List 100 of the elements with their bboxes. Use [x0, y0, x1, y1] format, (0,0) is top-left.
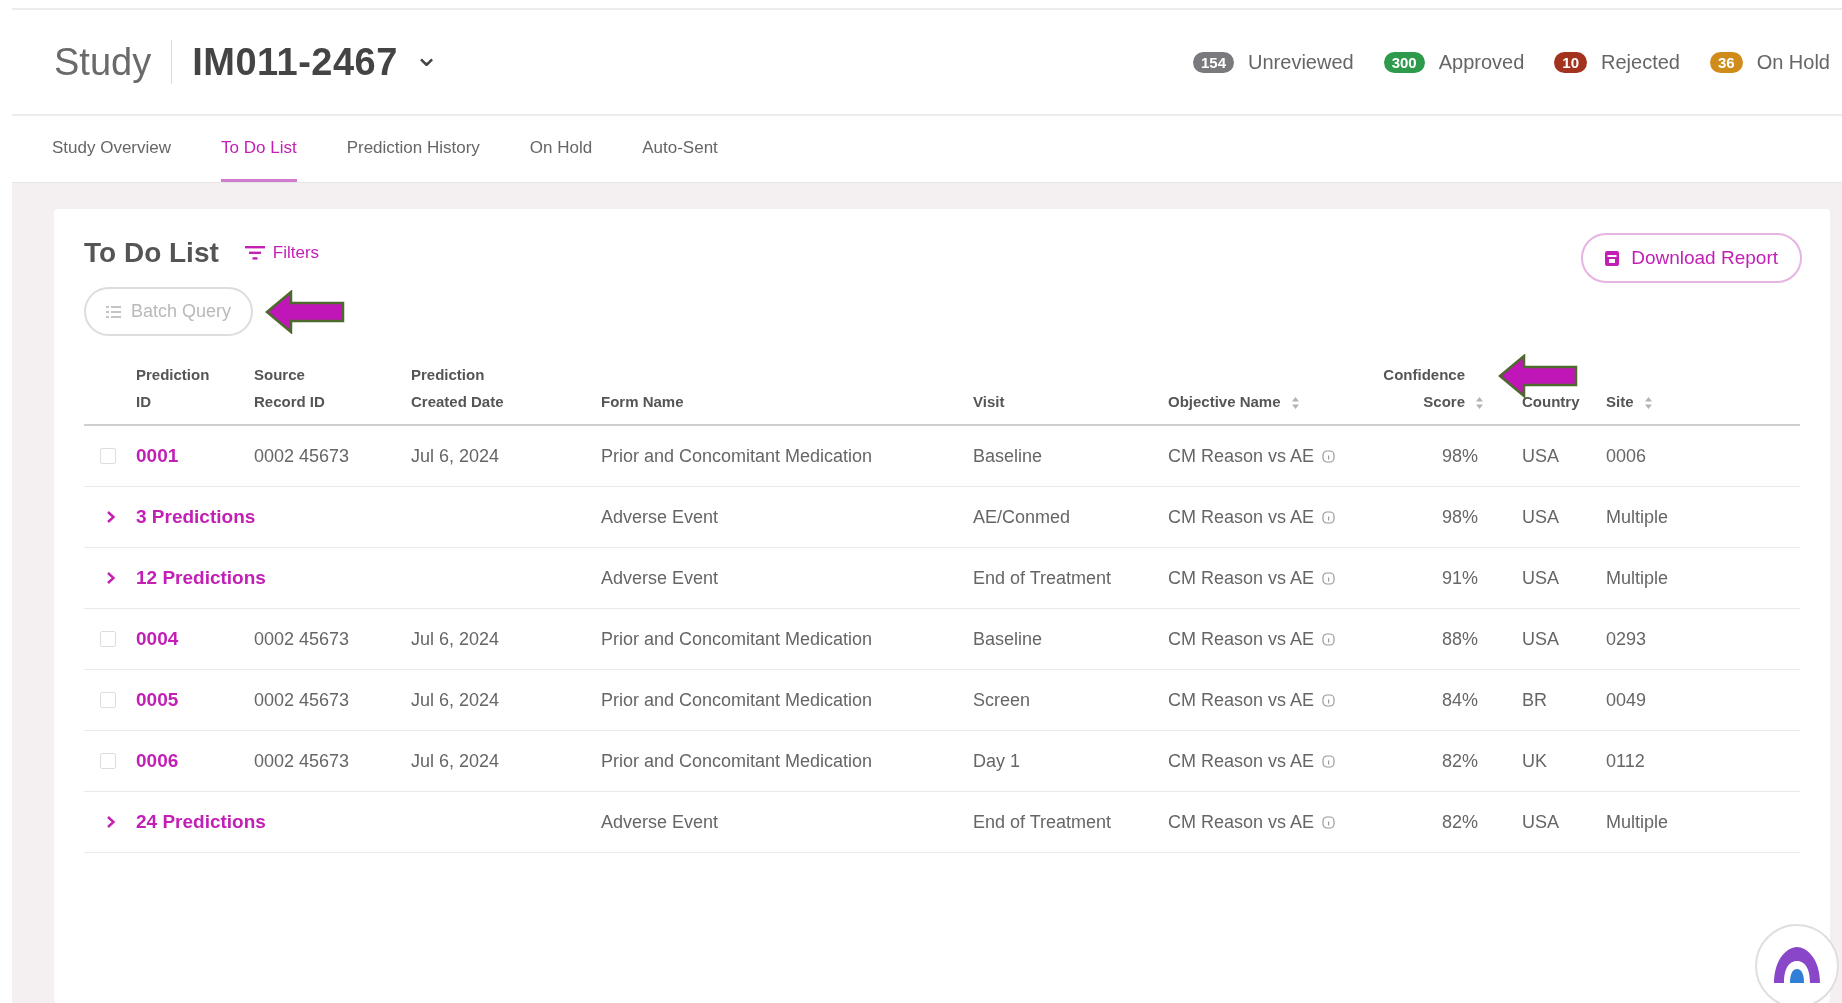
row-checkbox[interactable] [100, 753, 116, 769]
column-header: Prediction Created Date [411, 366, 505, 410]
panel-title: To Do List [84, 237, 219, 269]
chevron-icon[interactable] [106, 815, 116, 829]
filter-icon [244, 246, 265, 260]
logo-icon[interactable] [1754, 923, 1840, 1003]
table-cell: CM Reason vs AE [1168, 567, 1315, 589]
table-cell-text: Multiple [1606, 811, 1670, 833]
count-badge: 300 [1383, 51, 1425, 73]
calendar-icon [1605, 250, 1620, 266]
table-cell-text: 0002 45673 [254, 445, 351, 467]
table-cell-text: USA [1521, 628, 1560, 650]
table-cell-text: BR [1521, 689, 1548, 711]
column-header: Confidence Score [1368, 366, 1498, 410]
table-cell-text: 0006 [1606, 445, 1648, 467]
prediction-link[interactable]: 0005 [136, 689, 254, 711]
chevron-icon[interactable] [106, 510, 116, 524]
table-cell-text: 91% [1440, 567, 1479, 589]
arrow-icon [1498, 354, 1578, 398]
table-cell-text: Jul 6, 2024 [411, 445, 501, 467]
column-header: Visit [973, 393, 1006, 410]
list-icon [106, 305, 121, 318]
table-cell-text: Adverse Event [601, 567, 720, 589]
table-cell-text: 0002 45673 [254, 750, 351, 772]
info-icon[interactable] [1322, 449, 1336, 463]
column-header: Objective Name [1168, 393, 1368, 410]
table-cell-text: USA [1521, 506, 1560, 528]
table-cell-text: 82% [1440, 811, 1479, 833]
download-report-button[interactable]: Download Report [1581, 233, 1802, 283]
row-checkbox[interactable] [100, 692, 116, 708]
table-cell-text: 88% [1440, 628, 1479, 650]
table-cell-text: UK [1521, 750, 1548, 772]
table-cell-text: Prior and Concomitant Medication [601, 689, 874, 711]
info-icon[interactable] [1322, 693, 1336, 707]
column-header: Form Name [601, 393, 685, 410]
table-cell-text: 0049 [1606, 689, 1648, 711]
column-header: Country [1521, 393, 1581, 410]
table-cell-text: 0293 [1606, 628, 1648, 650]
arrow-icon [265, 289, 346, 334]
info-icon[interactable] [1322, 815, 1336, 829]
tab[interactable]: Prediction History [346, 116, 480, 182]
count-badge: 36 [1709, 51, 1743, 73]
chevron-icon[interactable] [106, 571, 116, 585]
table-cell-text: Prior and Concomitant Medication [601, 750, 874, 772]
filters-button[interactable]: Filters [244, 243, 320, 263]
predictions-group-link[interactable]: 3 Predictions [136, 506, 601, 528]
sort-icon[interactable] [1643, 396, 1653, 410]
table-cell: CM Reason vs AE [1168, 628, 1315, 650]
table-cell-text: Prior and Concomitant Medication [601, 445, 874, 467]
table-cell-text: 82% [1440, 750, 1479, 772]
table-cell-text: Multiple [1606, 567, 1670, 589]
predictions-group-link[interactable]: 12 Predictions [136, 567, 601, 589]
column-header: Site [1606, 393, 1800, 410]
table-cell-text: End of Treatment [973, 811, 1113, 833]
tab[interactable]: Auto-Sent [642, 116, 718, 182]
table-cell-text: AE/Conmed [973, 506, 1072, 528]
table-cell-text: USA [1521, 445, 1560, 467]
count-badge: 10 [1554, 51, 1587, 73]
table-cell-text: 0002 45673 [254, 628, 351, 650]
study-selector[interactable]: IM011-2467 ⌄ [192, 40, 440, 84]
table-cell-text: 98% [1440, 445, 1479, 467]
status-label: On Hold [1756, 50, 1830, 74]
info-icon[interactable] [1322, 510, 1336, 524]
table-cell-text: Day 1 [973, 750, 1022, 772]
table-cell: CM Reason vs AE [1168, 750, 1315, 772]
row-checkbox[interactable] [100, 448, 116, 464]
tab[interactable]: On Hold [529, 116, 593, 182]
info-icon[interactable] [1322, 754, 1336, 768]
sort-icon[interactable] [1290, 396, 1300, 410]
predictions-group-link[interactable]: 24 Predictions [136, 811, 601, 833]
table-cell-text: Multiple [1606, 506, 1670, 528]
table-cell-text: Baseline [973, 628, 1044, 650]
table-cell-text: 84% [1440, 689, 1479, 711]
sort-icon[interactable] [1475, 396, 1484, 410]
study-label: Study [54, 40, 152, 84]
table-cell-text: Jul 6, 2024 [411, 628, 501, 650]
prediction-link[interactable]: 0006 [136, 750, 254, 772]
row-checkbox[interactable] [100, 631, 116, 647]
table-cell-text: End of Treatment [973, 567, 1113, 589]
table-cell-text: Adverse Event [601, 506, 720, 528]
table-cell-text: USA [1521, 567, 1560, 589]
prediction-link[interactable]: 0001 [136, 445, 254, 467]
status-label: Rejected [1601, 50, 1680, 74]
prediction-link[interactable]: 0004 [136, 628, 254, 650]
table-cell-text: Jul 6, 2024 [411, 750, 501, 772]
table-cell: CM Reason vs AE [1168, 445, 1315, 467]
tab[interactable]: Study Overview [52, 116, 172, 182]
table-cell: CM Reason vs AE [1168, 506, 1315, 528]
info-icon[interactable] [1322, 571, 1336, 585]
table-cell-text: Prior and Concomitant Medication [601, 628, 874, 650]
info-icon[interactable] [1322, 632, 1336, 646]
table-cell-text: 0002 45673 [254, 689, 351, 711]
table-cell-text: 0112 [1606, 750, 1646, 772]
column-header: Source Record ID [254, 366, 326, 410]
table-cell-text: Baseline [973, 445, 1044, 467]
table-cell-text: Jul 6, 2024 [411, 689, 501, 711]
table-cell-text: Screen [973, 689, 1032, 711]
table-cell-text: USA [1521, 811, 1560, 833]
column-header: Prediction ID [136, 366, 211, 410]
status-label: Approved [1438, 50, 1525, 74]
